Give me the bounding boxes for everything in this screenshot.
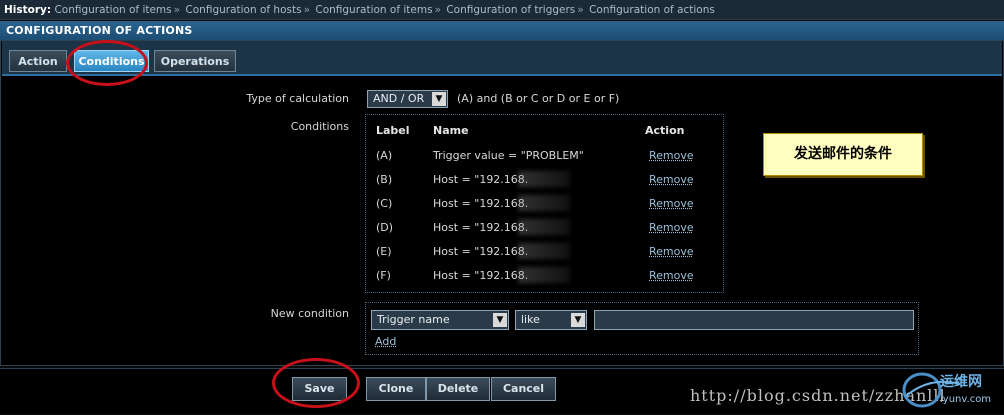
condition-label: (D) [376, 221, 394, 234]
condition-name: Trigger value = "PROBLEM" [433, 149, 584, 162]
table-row: (A) Trigger value = "PROBLEM" Remove [366, 147, 723, 171]
condition-label: (E) [376, 245, 392, 258]
clone-button[interactable]: Clone [366, 377, 426, 401]
redacted-blur [518, 267, 570, 283]
col-header-name: Name [433, 124, 469, 137]
chevron-down-icon: ▼ [493, 313, 507, 327]
logo-subtext: iyunv.com [940, 394, 991, 405]
main-panel: Action Conditions Operations Type of cal… [0, 40, 1004, 366]
col-header-label: Label [376, 124, 410, 137]
breadcrumb-item[interactable]: Configuration of items [315, 4, 432, 16]
new-condition-label: New condition [270, 307, 349, 320]
redacted-blur [518, 219, 570, 235]
calc-formula: (A) and (B or C or D or E or F) [457, 92, 620, 105]
remove-link[interactable]: Remove [649, 149, 694, 162]
redacted-blur [518, 171, 570, 187]
add-condition-link[interactable]: Add [375, 335, 396, 348]
condition-operator-select[interactable]: like ▼ [515, 310, 587, 330]
chevron-down-icon: ▼ [432, 92, 446, 106]
chevron-down-icon: ▼ [571, 313, 585, 327]
tab-conditions[interactable]: Conditions [74, 50, 149, 72]
calc-type-value: AND / OR [373, 92, 425, 105]
breadcrumb-separator: » [434, 4, 441, 16]
condition-type-select[interactable]: Trigger name ▼ [371, 310, 509, 330]
condition-name: Host = "192.168. [433, 197, 529, 210]
condition-operator-value: like [521, 313, 540, 326]
conditions-table: Label Name Action (A) Trigger value = "P… [365, 114, 724, 293]
conditions-label: Conditions [290, 120, 349, 133]
redacted-blur [518, 195, 570, 211]
condition-value-input[interactable] [594, 310, 914, 330]
page-title: CONFIGURATION OF ACTIONS [0, 21, 1004, 40]
breadcrumb-item[interactable]: Configuration of actions [589, 4, 715, 16]
condition-name: Host = "192.168. [433, 173, 529, 186]
tab-action[interactable]: Action [9, 50, 67, 72]
new-condition-box: Trigger name ▼ like ▼ Add [365, 302, 919, 355]
condition-type-value: Trigger name [377, 313, 450, 326]
breadcrumb-separator: » [303, 4, 311, 16]
delete-button[interactable]: Delete [426, 377, 490, 401]
condition-name: Host = "192.168. [433, 269, 529, 282]
save-button[interactable]: Save [292, 377, 347, 401]
col-header-action: Action [645, 124, 685, 137]
logo-swoosh-icon: 运维网 iyunv.com [902, 372, 991, 408]
calc-type-select[interactable]: AND / OR ▼ [367, 90, 448, 108]
breadcrumb-separator: » [577, 4, 584, 16]
history-label: History: [4, 4, 52, 16]
condition-label: (C) [376, 197, 393, 210]
remove-link[interactable]: Remove [649, 269, 694, 282]
remove-link[interactable]: Remove [649, 245, 694, 258]
table-row: (E) Host = "192.168. Remove [366, 243, 723, 267]
table-row: (F) Host = "192.168. Remove [366, 267, 723, 291]
condition-name: Host = "192.168. [433, 245, 529, 258]
breadcrumb-item[interactable]: Configuration of hosts [185, 4, 301, 16]
tab-operations[interactable]: Operations [154, 50, 236, 72]
remove-link[interactable]: Remove [649, 173, 694, 186]
calc-type-label: Type of calculation [246, 92, 349, 105]
condition-name: Host = "192.168. [433, 221, 529, 234]
breadcrumb-item[interactable]: Configuration of items [54, 4, 171, 16]
logo-text: 运维网 [940, 373, 982, 390]
condition-label: (A) [376, 149, 393, 162]
table-row: (D) Host = "192.168. Remove [366, 219, 723, 243]
breadcrumb-item[interactable]: Configuration of triggers [446, 4, 575, 16]
remove-link[interactable]: Remove [649, 197, 694, 210]
site-logo: 运维网 iyunv.com [900, 366, 1000, 412]
condition-label: (F) [376, 269, 391, 282]
remove-link[interactable]: Remove [649, 221, 694, 234]
annotation-note: 发送邮件的条件 [763, 133, 923, 176]
condition-label: (B) [376, 173, 393, 186]
history-bar: History: Configuration of items» Configu… [0, 0, 1004, 20]
cancel-button[interactable]: Cancel [491, 377, 556, 401]
breadcrumb-separator: » [173, 4, 181, 16]
redacted-blur [518, 243, 570, 259]
tab-strip: Action Conditions Operations [2, 41, 1002, 76]
table-row: (B) Host = "192.168. Remove [366, 171, 723, 195]
table-row: (C) Host = "192.168. Remove [366, 195, 723, 219]
